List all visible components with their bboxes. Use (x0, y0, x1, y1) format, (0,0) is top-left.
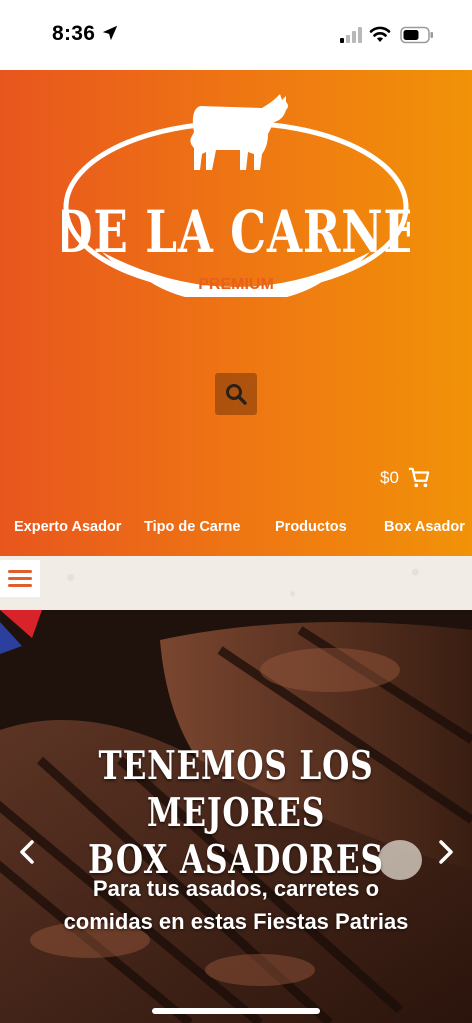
battery-icon (400, 26, 433, 44)
site-header: DE LA CARNE PREMIUM $0 Experto Asador Ti… (0, 70, 472, 556)
hero-subtitle: Para tus asados, carretes o comidas en e… (40, 872, 432, 938)
hamburger-line (8, 577, 32, 580)
logo-brand-text: DE LA CARNE (62, 198, 410, 266)
magnifier-icon (226, 384, 247, 405)
slider-next-button[interactable] (431, 838, 459, 866)
status-bar: 8:36 (0, 0, 472, 70)
main-navigation: Experto Asador Tipo de Carne Productos B… (0, 519, 472, 539)
hamburger-line (8, 584, 32, 587)
shopping-cart-icon[interactable] (408, 467, 430, 489)
chevron-right-icon (439, 840, 453, 864)
hero-title: TENEMOS LOS MEJORES BOX ASADORES (47, 743, 425, 884)
slider-prev-button[interactable] (14, 838, 42, 866)
logo-tagline-text: PREMIUM (198, 276, 274, 293)
hero-subtitle-line-1: Para tus asados, carretes o (92, 876, 380, 901)
hero-subtitle-line-2: comidas en estas Fiestas Patrias (63, 909, 409, 934)
cellular-signal-icon (340, 27, 362, 43)
hero-slider: TENEMOS LOS MEJORES BOX ASADORES Para tu… (0, 610, 472, 1023)
hamburger-menu-icon (8, 570, 32, 573)
hamburger-menu-button[interactable] (0, 560, 40, 597)
nav-item-box-asador[interactable]: Box Asador (384, 519, 465, 535)
nav-item-productos[interactable]: Productos (275, 519, 347, 535)
chevron-left-icon (20, 840, 34, 864)
home-indicator[interactable] (152, 1008, 320, 1014)
menu-strip (0, 556, 472, 610)
status-time: 8:36 (52, 22, 96, 45)
nav-item-experto-asador[interactable]: Experto Asador (14, 519, 121, 535)
location-arrow-icon (102, 25, 118, 41)
wifi-icon (369, 26, 391, 42)
search-button[interactable] (215, 373, 257, 415)
de-la-carne-logo[interactable]: DE LA CARNE PREMIUM (62, 92, 410, 297)
hero-title-line-1: TENEMOS LOS MEJORES (98, 743, 374, 836)
nav-item-tipo-de-carne[interactable]: Tipo de Carne (144, 519, 240, 535)
cart-total[interactable]: $0 (380, 468, 399, 488)
